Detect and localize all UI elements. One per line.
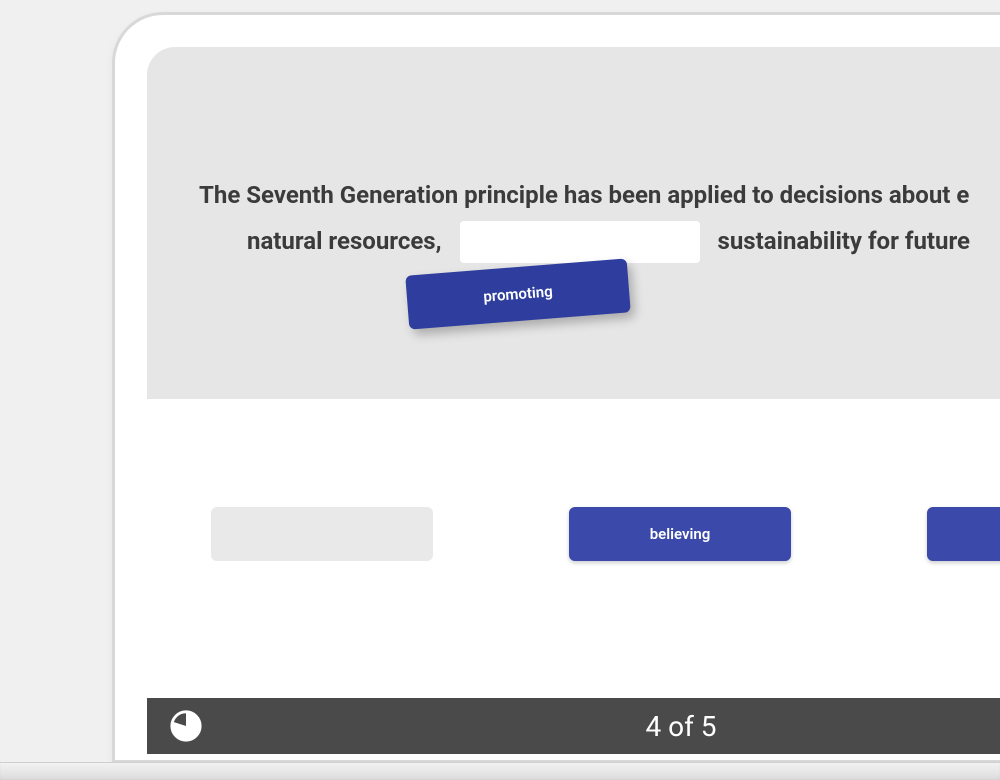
answer-chip[interactable]	[927, 507, 1000, 561]
answer-chip-slot-empty[interactable]	[211, 507, 433, 561]
question-line2-after: sustainability for future	[718, 223, 970, 260]
question-line1: The Seventh Generation principle has bee…	[199, 177, 1000, 214]
progress-pie-icon	[169, 709, 203, 743]
answer-chip-label: believing	[650, 525, 711, 543]
answer-bank: believing	[147, 399, 1000, 700]
question-area: The Seventh Generation principle has bee…	[147, 47, 1000, 399]
fill-in-drop-zone[interactable]	[460, 221, 700, 263]
laptop-frame: The Seventh Generation principle has bee…	[115, 15, 1000, 760]
answer-chip[interactable]: believing	[569, 507, 791, 561]
laptop-base-lip	[0, 762, 1000, 780]
app-screen: The Seventh Generation principle has bee…	[147, 47, 1000, 754]
answer-chip-label: promoting	[483, 282, 554, 305]
question-line2-before: natural resources,	[247, 223, 442, 260]
footer-bar: 4 of 5	[147, 698, 1000, 754]
question-line2: natural resources, sustainability for fu…	[247, 221, 1000, 263]
answer-chip-dragging[interactable]: promoting	[405, 258, 631, 329]
progress-label: 4 of 5	[147, 710, 1000, 743]
